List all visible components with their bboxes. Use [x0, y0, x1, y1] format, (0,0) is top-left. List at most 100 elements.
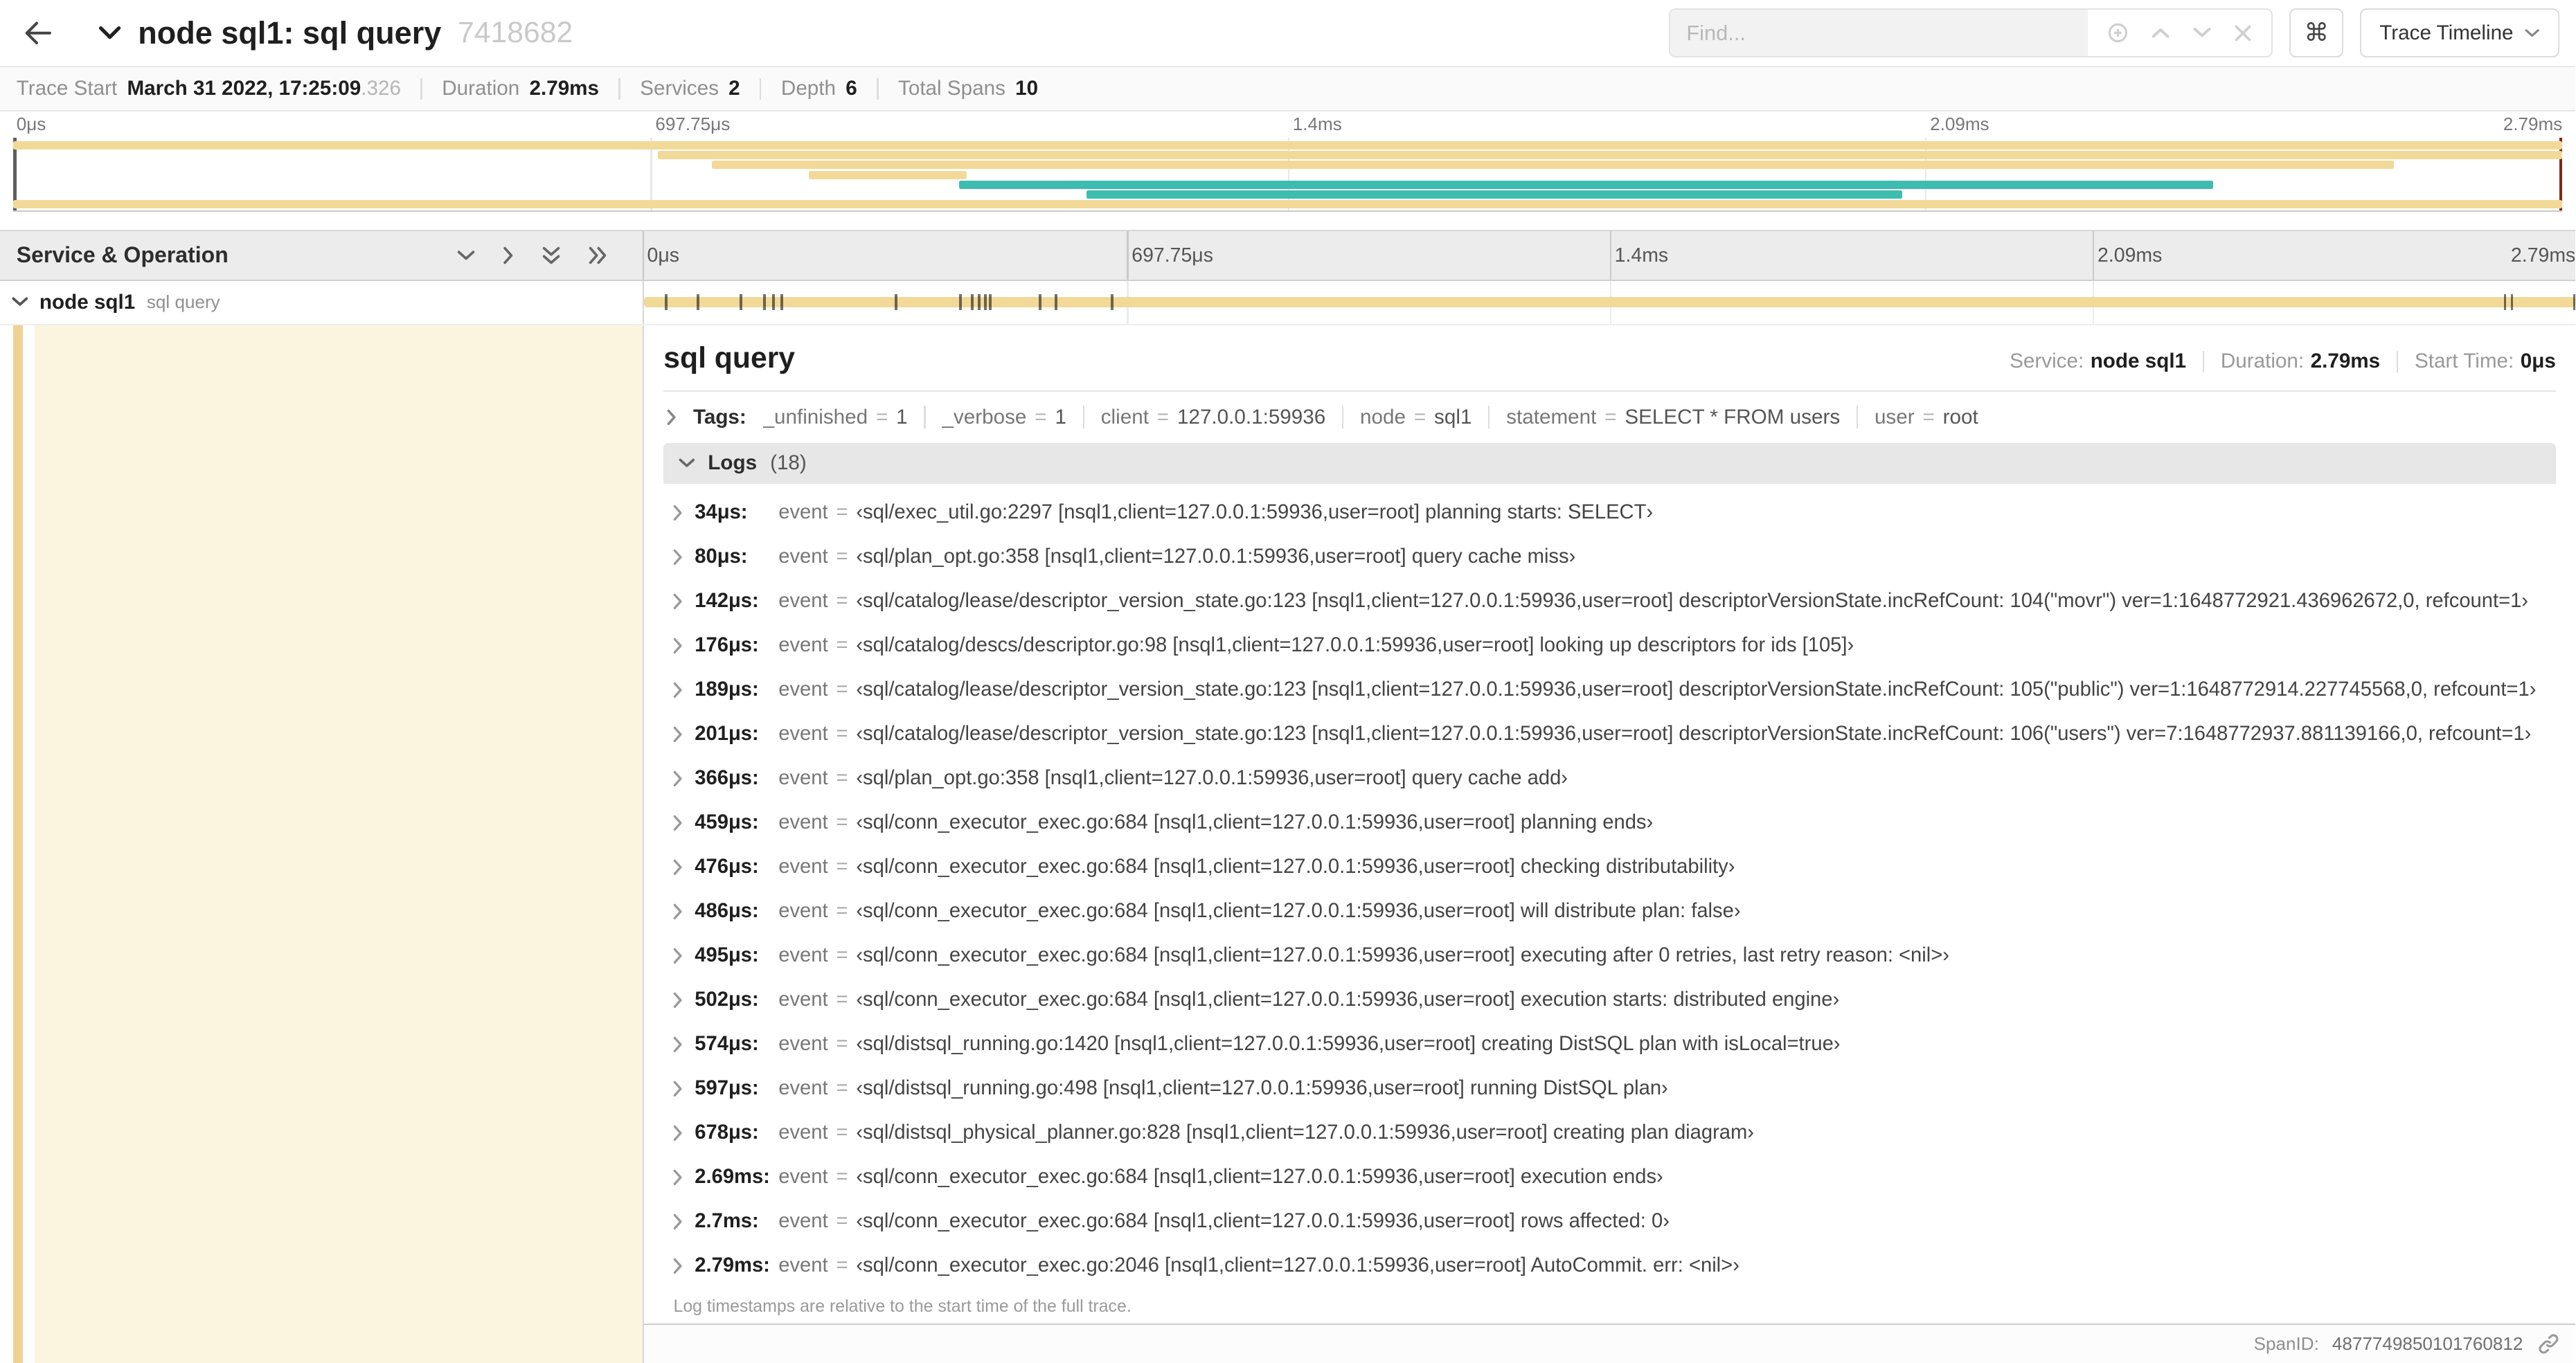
span-bar-track[interactable] — [643, 280, 2576, 324]
log-marker — [2503, 294, 2507, 311]
tag-item: client = 127.0.0.1:59936 — [1101, 406, 1326, 429]
log-equals: = — [836, 900, 848, 923]
log-equals: = — [836, 989, 848, 1011]
tag-equals: = — [876, 405, 888, 428]
jaeger-trace-page: node sql1: sql query 7418682 Find... ⌘ T… — [0, 0, 2576, 1363]
chevron-down-icon[interactable] — [12, 297, 28, 307]
tags-list: _unfinished = 1 _verbose = 1 client = 12… — [763, 406, 1978, 429]
log-field-key: event — [778, 723, 828, 746]
log-row[interactable]: 34μs: event = ‹sql/exec_util.go:2297 [ns… — [673, 490, 2555, 534]
log-row[interactable]: 495μs: event = ‹sql/conn_executor_exec.g… — [673, 934, 2555, 978]
ruler-tick-label: 1.4ms — [1614, 244, 1669, 267]
log-field-value: ‹sql/catalog/lease/descriptor_version_st… — [856, 723, 2532, 746]
top-bar-actions: ⌘ Trace Timeline — [1668, 8, 2559, 58]
span-row-label[interactable]: node sql1 sql query — [0, 280, 644, 324]
log-row[interactable]: 189μs: event = ‹sql/catalog/lease/descri… — [673, 667, 2555, 712]
log-row[interactable]: 502μs: event = ‹sql/conn_executor_exec.g… — [673, 978, 2555, 1022]
arrow-left-icon — [24, 21, 52, 46]
log-timestamp: 2.69ms: — [695, 1166, 770, 1189]
expand-all-icon[interactable] — [589, 246, 607, 264]
minimap-tick-label: 0μs — [16, 113, 46, 134]
log-timestamp: 2.7ms: — [695, 1210, 759, 1233]
log-row[interactable]: 366μs: event = ‹sql/plan_opt.go:358 [nsq… — [673, 757, 2555, 801]
log-row[interactable]: 678μs: event = ‹sql/distsql_physical_pla… — [673, 1111, 2555, 1155]
find-input-wrap — [1670, 10, 2088, 57]
log-row[interactable]: 476μs: event = ‹sql/conn_executor_exec.g… — [673, 845, 2555, 890]
deep-link-icon[interactable] — [2538, 1333, 2559, 1355]
log-equals: = — [836, 1033, 848, 1056]
span-detail-panel: sql query Service: node sql1 Duration: 2.7… — [643, 325, 2576, 1326]
log-row[interactable]: 597μs: event = ‹sql/distsql_running.go:4… — [673, 1067, 2555, 1111]
log-timestamp: 459μs: — [695, 811, 759, 834]
log-row[interactable]: 486μs: event = ‹sql/conn_executor_exec.g… — [673, 890, 2555, 934]
trace-view-dropdown[interactable]: Trace Timeline — [2360, 8, 2559, 58]
service-color-strip — [12, 325, 24, 1363]
log-marker — [959, 294, 962, 311]
span-detail-title: sql query — [663, 341, 796, 375]
log-row[interactable]: 80μs: event = ‹sql/plan_opt.go:358 [nsql… — [673, 534, 2555, 579]
minimap-span-bar — [958, 180, 2213, 189]
trace-id: 7418682 — [458, 16, 573, 50]
keyboard-shortcuts-button[interactable]: ⌘ — [2289, 8, 2344, 58]
log-field-value: ‹sql/catalog/descs/descriptor.go:98 [nsq… — [856, 633, 1854, 656]
locate-icon[interactable] — [2107, 22, 2129, 44]
find-bar — [1668, 8, 2273, 58]
find-input[interactable] — [1686, 20, 2072, 46]
log-marker — [665, 294, 668, 311]
log-equals: = — [836, 811, 848, 834]
chevron-right-icon — [673, 1081, 683, 1097]
close-icon[interactable] — [2234, 24, 2252, 42]
span-duration-bar[interactable] — [643, 297, 2576, 307]
log-row[interactable]: 2.69ms: event = ‹sql/conn_executor_exec.… — [673, 1155, 2555, 1200]
command-icon: ⌘ — [2304, 19, 2329, 47]
tags-accordion[interactable]: Tags: _unfinished = 1 _verbose = 1 clien… — [663, 392, 2556, 443]
log-marker — [697, 294, 699, 311]
stat-label: Services — [640, 77, 719, 100]
log-row[interactable]: 574μs: event = ‹sql/distsql_running.go:1… — [673, 1022, 2555, 1067]
log-row[interactable]: 176μs: event = ‹sql/catalog/descs/descri… — [673, 623, 2555, 667]
log-marker — [989, 294, 992, 311]
chevron-down-icon[interactable] — [2193, 27, 2211, 39]
log-row[interactable]: 201μs: event = ‹sql/catalog/lease/descri… — [673, 712, 2555, 757]
tag-divider — [1856, 406, 1859, 429]
chevron-right-icon — [673, 549, 683, 566]
log-row[interactable]: 2.79ms: event = ‹sql/conn_executor_exec.… — [673, 1244, 2555, 1288]
stat-value: 6 — [846, 77, 857, 100]
log-row[interactable]: 142μs: event = ‹sql/catalog/lease/descri… — [673, 579, 2555, 623]
chevron-right-icon — [673, 1258, 683, 1274]
span-start-time-meta: Start Time: 0μs — [2414, 350, 2556, 373]
chevron-right-icon — [673, 1036, 683, 1053]
trace-collapse-chevron-icon[interactable] — [98, 26, 121, 40]
log-row[interactable]: 2.7ms: event = ‹sql/conn_executor_exec.g… — [673, 1200, 2555, 1244]
tag-divider — [924, 406, 926, 429]
back-button[interactable] — [0, 0, 75, 66]
chevron-right-icon — [673, 903, 683, 920]
log-field-key: event — [778, 900, 828, 923]
log-marker — [971, 294, 974, 311]
minimap-time-labels: 0μs 697.75μs 1.4ms 2.09ms 2.79ms — [13, 111, 2563, 138]
logs-accordion-header[interactable]: Logs (18) — [663, 442, 2556, 484]
expand-one-icon[interactable] — [503, 246, 515, 264]
chevron-right-icon — [673, 726, 683, 743]
minimap-graph[interactable] — [12, 138, 2563, 212]
log-field-value: ‹sql/conn_executor_exec.go:684 [nsql1,cl… — [856, 944, 1949, 967]
log-field-key: event — [778, 1210, 828, 1233]
chevron-right-icon — [673, 1213, 683, 1230]
log-timestamp: 201μs: — [695, 723, 759, 746]
chevron-up-icon[interactable] — [2152, 27, 2170, 39]
trace-view-label: Trace Timeline — [2379, 21, 2514, 44]
minimap-tick-label: 1.4ms — [1292, 113, 1342, 134]
span-detail-right: sql query Service: node sql1 Duration: 2.7… — [643, 325, 2576, 1363]
collapse-all-icon[interactable] — [542, 246, 560, 264]
trace-stat: Trace Start March 31 2022, 17:25:09.326 — [17, 77, 401, 100]
tag-value: SELECT * FROM users — [1625, 405, 1841, 428]
collapse-one-icon[interactable] — [457, 250, 475, 262]
stat-label: Trace Start — [16, 77, 118, 100]
meta-divider — [2396, 350, 2399, 372]
log-timestamp: 176μs: — [695, 633, 759, 656]
log-field-key: event — [778, 811, 828, 834]
log-row[interactable]: 459μs: event = ‹sql/conn_executor_exec.g… — [673, 801, 2555, 845]
ruler-tick-label: 697.75μs — [1132, 244, 1213, 267]
tag-value: 1 — [896, 405, 908, 428]
meta-divider — [2202, 350, 2205, 372]
